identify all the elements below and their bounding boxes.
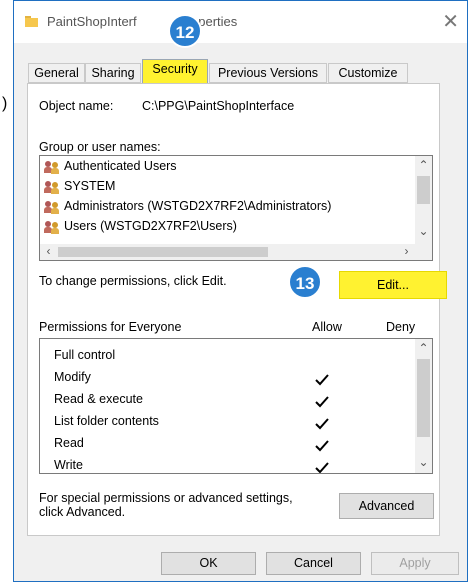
user-group-icon <box>44 181 60 194</box>
change-permissions-text: To change permissions, click Edit. <box>39 274 227 288</box>
checkmark-icon <box>315 374 329 386</box>
groups-label: Group or user names: <box>39 140 161 154</box>
permission-name: Read <box>54 436 84 450</box>
list-item-label: Authenticated Users <box>64 159 177 173</box>
edit-button[interactable]: Edit... <box>339 271 447 299</box>
folder-icon <box>25 16 38 27</box>
scroll-thumb[interactable] <box>417 359 430 437</box>
scroll-down-icon[interactable]: ⌄ <box>415 455 432 469</box>
permission-name: Full control <box>54 348 116 362</box>
permissions-for-label: Permissions for Everyone <box>39 320 182 334</box>
apply-button[interactable]: Apply <box>371 552 459 575</box>
tab-security[interactable]: Security <box>142 59 208 84</box>
checkmark-icon <box>315 396 329 408</box>
tab-previous-versions[interactable]: Previous Versions <box>209 63 327 83</box>
permission-name: Read & execute <box>54 392 143 406</box>
permission-name: List folder contents <box>54 414 159 428</box>
deny-header: Deny <box>386 320 416 334</box>
scroll-down-icon[interactable]: ⌄ <box>415 224 432 238</box>
scroll-right-icon[interactable]: › <box>398 244 415 258</box>
title-bar: PaintShopInterf operties ✕ <box>14 1 467 43</box>
tab-customize[interactable]: Customize <box>328 63 408 83</box>
special-permissions-text: For special permissions or advanced sett… <box>39 491 293 505</box>
properties-window: PaintShopInterf operties ✕ General Shari… <box>13 0 468 582</box>
scroll-left-icon[interactable]: ‹ <box>40 244 57 258</box>
tab-sharing[interactable]: Sharing <box>85 63 141 83</box>
checkmark-icon <box>315 462 329 473</box>
security-panel: Object name: C:\PPG\PaintShopInterface G… <box>27 83 447 536</box>
ok-button[interactable]: OK <box>161 552 256 575</box>
special-permissions-text-2: click Advanced. <box>39 505 126 519</box>
permission-name: Write <box>54 458 83 472</box>
window-title: PaintShopInterf <box>47 14 137 29</box>
step-badge-12: 12 <box>168 14 202 48</box>
list-item-label: SYSTEM <box>64 179 116 193</box>
scroll-up-icon[interactable]: ⌃ <box>415 341 432 355</box>
object-name-label: Object name: <box>39 99 114 113</box>
cancel-button[interactable]: Cancel <box>266 552 361 575</box>
tab-general[interactable]: General <box>28 63 85 83</box>
checkmark-icon <box>315 440 329 452</box>
list-item-label: Administrators (WSTGD2X7RF2\Administrato… <box>64 199 332 213</box>
group-user-list[interactable]: Authenticated Users SYSTEM Administrator… <box>39 155 433 261</box>
object-name-value: C:\PPG\PaintShopInterface <box>142 99 295 113</box>
scroll-thumb[interactable] <box>58 247 268 257</box>
checkmark-icon <box>315 418 329 430</box>
user-group-icon <box>44 161 60 174</box>
horizontal-scrollbar[interactable]: ‹ › <box>40 244 432 260</box>
user-group-icon <box>44 201 60 214</box>
close-icon[interactable]: ✕ <box>442 9 459 34</box>
vertical-scrollbar[interactable]: ⌃ ⌄ <box>415 339 432 473</box>
scroll-thumb[interactable] <box>417 176 430 204</box>
advanced-button[interactable]: Advanced <box>339 493 434 519</box>
vertical-scrollbar[interactable]: ⌃ ⌄ <box>415 156 432 244</box>
list-item-label: Users (WSTGD2X7RF2\Users) <box>64 219 237 233</box>
permission-name: Modify <box>54 370 91 384</box>
allow-header: Allow <box>312 320 342 334</box>
user-group-icon <box>44 221 60 234</box>
left-edge-fragment: ) <box>2 95 8 112</box>
step-badge-13: 13 <box>288 265 322 299</box>
scroll-up-icon[interactable]: ⌃ <box>415 158 432 172</box>
permissions-list[interactable]: Full control Modify Read & execute List … <box>39 338 433 474</box>
